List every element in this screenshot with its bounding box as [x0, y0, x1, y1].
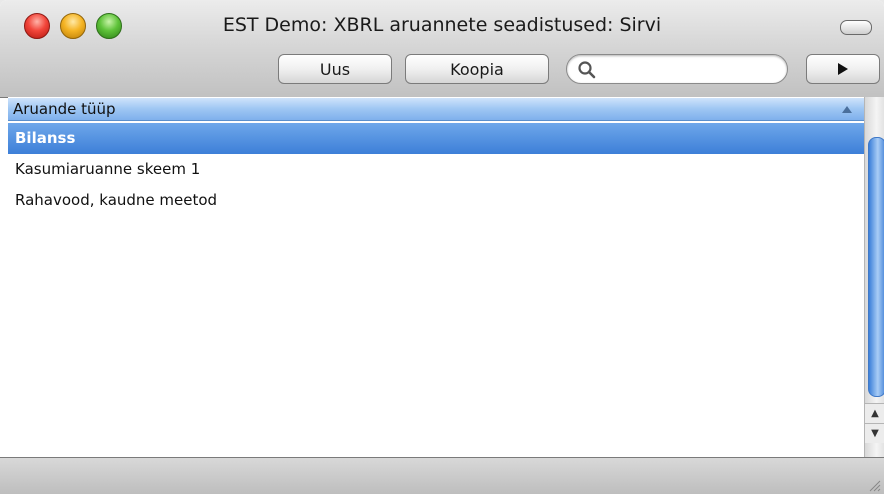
sort-ascending-icon[interactable]	[842, 106, 852, 113]
vertical-scrollbar[interactable]: ▲ ▼	[864, 97, 884, 457]
play-triangle-icon	[838, 63, 848, 75]
search-field[interactable]	[566, 54, 788, 84]
list-item[interactable]: Rahavood, kaudne meetod	[8, 185, 864, 216]
close-window-button[interactable]	[24, 13, 50, 39]
list-item-label: Rahavood, kaudne meetod	[15, 191, 218, 209]
new-button[interactable]: Uus	[278, 54, 392, 84]
scrollbar-thumb[interactable]	[868, 137, 884, 397]
window-title: EST Demo: XBRL aruannete seadistused: Si…	[222, 14, 662, 36]
titlebar: EST Demo: XBRL aruannete seadistused: Si…	[0, 0, 884, 98]
search-input[interactable]	[601, 58, 783, 82]
list-item-label: Kasumiaruanne skeem 1	[15, 160, 201, 178]
report-type-list[interactable]: Aruande tüüp Bilanss Kasumiaruanne skeem…	[8, 97, 864, 457]
next-record-button[interactable]	[806, 54, 880, 84]
column-header-report-type[interactable]: Aruande tüüp	[8, 98, 864, 121]
browse-window: EST Demo: XBRL aruannete seadistused: Si…	[0, 0, 884, 494]
toolbar-toggle-button[interactable]	[840, 20, 872, 35]
scroll-down-arrow-icon[interactable]: ▼	[865, 423, 884, 443]
search-icon	[578, 61, 596, 79]
resize-grip-icon[interactable]	[867, 478, 881, 492]
minimize-window-button[interactable]	[60, 13, 86, 39]
list-item[interactable]: Kasumiaruanne skeem 1	[8, 154, 864, 185]
list-item[interactable]: Bilanss	[8, 123, 864, 154]
status-bar	[0, 457, 884, 494]
copy-button[interactable]: Koopia	[405, 54, 549, 84]
zoom-window-button[interactable]	[96, 13, 122, 39]
column-header-label: Aruande tüüp	[13, 100, 116, 118]
list-item-label: Bilanss	[15, 129, 76, 147]
scroll-up-arrow-icon[interactable]: ▲	[865, 403, 884, 423]
